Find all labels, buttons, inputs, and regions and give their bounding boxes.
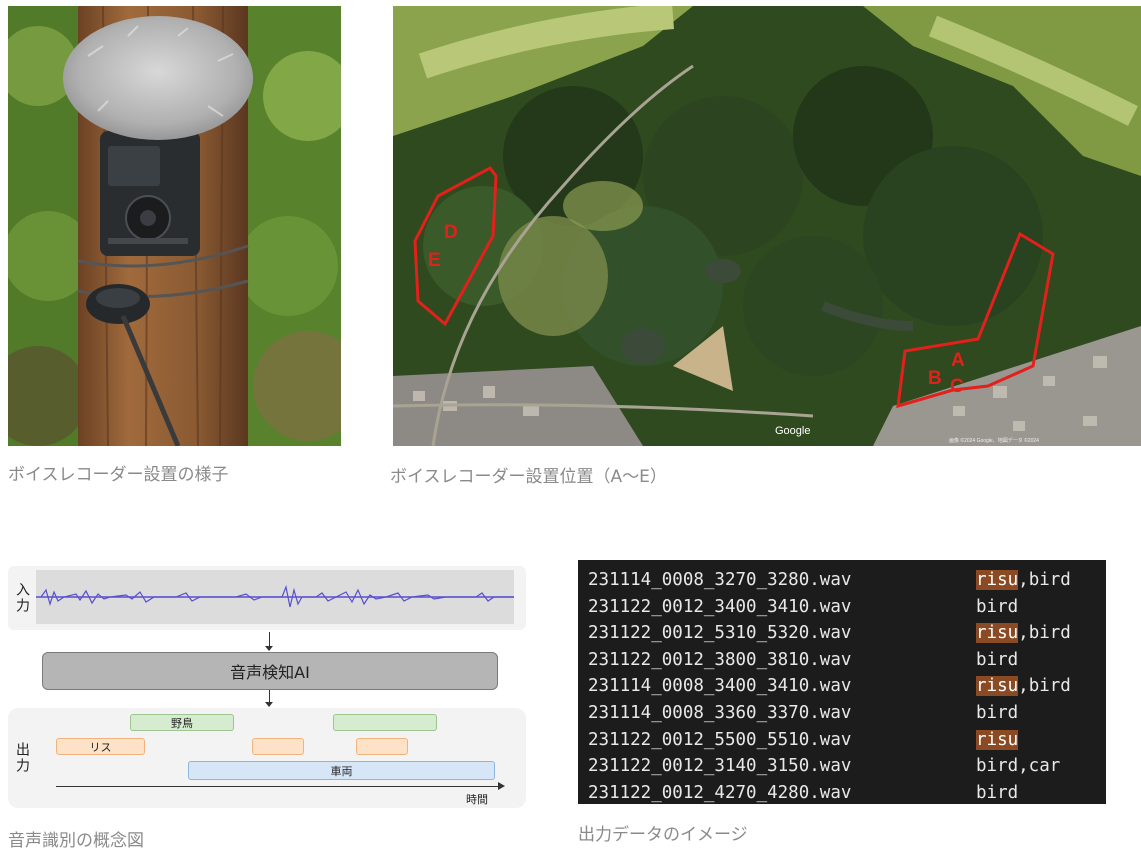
aerial-map-image: A B C D E Google 画像 ©2024 Google、地図データ ©…	[393, 6, 1141, 446]
output-row: 231122_0012_5500_5510.wav risu	[588, 728, 1019, 752]
wav-filename: 231114_0008_3360_3370.wav	[588, 703, 852, 723]
arrow-head-2	[265, 702, 273, 707]
detected-labels: bird,car	[976, 756, 1061, 777]
marker-c: C	[950, 376, 964, 397]
output-row: 231114_0008_3360_3370.wav bird	[588, 701, 1018, 725]
detected-labels: bird	[976, 649, 1019, 670]
bird-segment	[333, 714, 437, 731]
risu-segment: リス	[56, 738, 145, 755]
recorder-photo-image	[8, 6, 341, 446]
wav-filename: 231122_0012_5500_5510.wav	[588, 729, 852, 750]
risu-segment-label: リス	[89, 740, 112, 754]
output-row: 231122_0012_3140_3150.wav bird,car	[588, 754, 1060, 778]
ai-label: 音声検知AI	[230, 663, 310, 682]
diagram-caption: 音声識別の概念図	[8, 831, 144, 851]
time-axis	[56, 786, 500, 787]
audio-waveform	[36, 584, 514, 608]
detected-labels: bird	[976, 782, 1019, 803]
time-axis-arrow	[498, 782, 505, 790]
map-copyright: 画像 ©2024 Google、地図データ ©2024	[949, 437, 1039, 444]
marker-e: E	[428, 250, 441, 271]
aerial-map: A B C D E Google 画像 ©2024 Google、地図データ ©…	[393, 6, 1141, 446]
car-segment-label: 車両	[330, 764, 353, 778]
detected-labels: ,bird	[1018, 623, 1071, 644]
recorder-photo	[8, 6, 341, 446]
marker-b: B	[928, 368, 942, 389]
output-row: 231122_0012_3800_3810.wav bird	[588, 648, 1018, 672]
output-row: 231114_0008_3270_3280.wav risu,bird	[588, 568, 1071, 592]
input-label: 入力	[14, 582, 30, 614]
output-row: 231122_0012_3400_3410.wav bird	[588, 595, 1018, 619]
ai-detection-box: 音声検知AI	[42, 652, 498, 690]
photo-caption: ボイスレコーダー設置の様子	[8, 465, 229, 485]
detected-labels: ,bird	[1018, 676, 1071, 697]
risu-highlight: risu	[976, 729, 1019, 750]
output-row: 231122_0012_4270_4280.wav bird	[588, 781, 1018, 805]
risu-highlight: risu	[976, 676, 1019, 697]
marker-a: A	[951, 350, 965, 371]
arrow-head-1	[265, 646, 273, 651]
output-panel	[8, 708, 526, 808]
map-caption: ボイスレコーダー設置位置（A〜E）	[390, 467, 667, 487]
wav-filename: 231122_0012_3140_3150.wav	[588, 756, 852, 777]
wav-filename: 231114_0008_3400_3410.wav	[588, 676, 852, 697]
output-data-terminal: 231114_0008_3270_3280.wav risu,bird 231122…	[578, 560, 1106, 804]
output-caption: 出力データのイメージ	[578, 825, 748, 845]
time-axis-label: 時間	[466, 793, 488, 806]
risu-highlight: risu	[976, 570, 1019, 590]
risu-segment	[252, 738, 304, 755]
car-segment: 車両	[188, 761, 495, 780]
detected-labels: ,bird	[1018, 570, 1071, 590]
risu-highlight: risu	[976, 623, 1019, 644]
risu-segment	[356, 738, 408, 755]
google-logo: Google	[775, 425, 810, 437]
wav-filename: 231114_0008_3270_3280.wav	[588, 570, 852, 590]
bird-segment: 野鳥	[130, 714, 234, 731]
wav-filename: 231122_0012_3400_3410.wav	[588, 596, 852, 617]
detected-labels: bird	[976, 703, 1019, 723]
wav-filename: 231122_0012_3800_3810.wav	[588, 649, 852, 670]
recognition-diagram: 入力 音声検知AI 出力 野鳥 リス 車両 時間	[8, 562, 528, 812]
wav-filename: 231122_0012_5310_5320.wav	[588, 623, 852, 644]
bird-segment-label: 野鳥	[171, 716, 193, 730]
wav-filename: 231122_0012_4270_4280.wav	[588, 782, 852, 803]
output-row: 231114_0008_3400_3410.wav risu,bird	[588, 674, 1071, 698]
marker-d: D	[444, 222, 458, 243]
waveform-panel	[36, 570, 514, 624]
output-label: 出力	[14, 742, 30, 774]
output-row: 231122_0012_5310_5320.wav risu,bird	[588, 621, 1071, 645]
detected-labels: bird	[976, 596, 1019, 617]
